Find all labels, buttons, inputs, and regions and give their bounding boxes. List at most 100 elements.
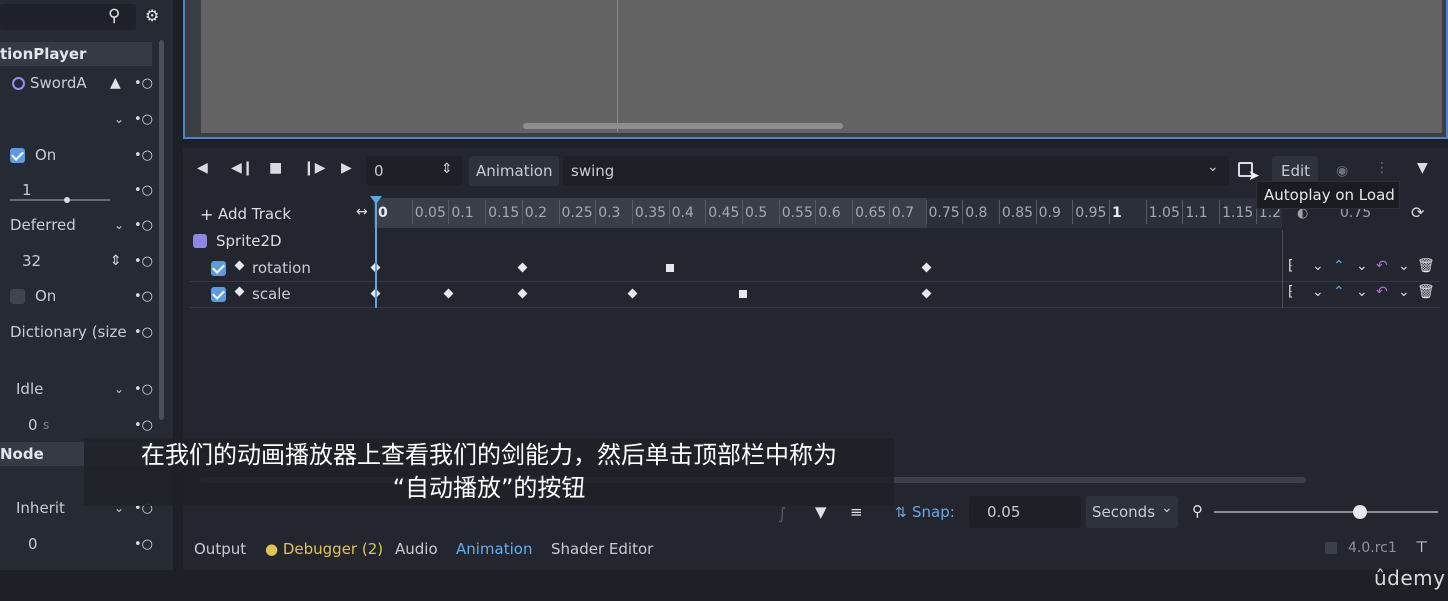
snap-icon[interactable]: ⇅ bbox=[895, 505, 907, 521]
edit-menu-label: Edit bbox=[1281, 162, 1311, 180]
bottom-tab-debugger-2[interactable]: ● Debugger (2) bbox=[265, 540, 383, 558]
update-icon[interactable] bbox=[1325, 542, 1337, 554]
autoplay-toggle-row[interactable]: On •○ bbox=[0, 140, 156, 170]
reset-icon[interactable]: •○ bbox=[134, 537, 153, 552]
search-icon[interactable]: ⚲ bbox=[108, 6, 120, 26]
ruler-tick-line bbox=[705, 200, 707, 224]
chevron-down-icon[interactable]: ⌄ bbox=[1312, 284, 1324, 300]
resize-horizontal-icon[interactable]: ↔ bbox=[356, 204, 368, 220]
add-icon[interactable]: + bbox=[200, 205, 213, 224]
chevron-down-icon[interactable]: ⌄ bbox=[114, 112, 124, 126]
delete-track-icon[interactable]: 🗑 bbox=[1417, 284, 1435, 300]
stop-icon[interactable]: ■ bbox=[269, 160, 282, 176]
playhead[interactable] bbox=[375, 200, 377, 308]
keyframe[interactable] bbox=[665, 264, 674, 272]
ruler-tick-line bbox=[485, 200, 487, 224]
interpolation-icon[interactable]: ⁅ bbox=[1288, 258, 1293, 274]
pin-icon[interactable]: ▼ bbox=[1417, 160, 1428, 176]
chevron-down-icon[interactable]: ⌄ bbox=[1356, 284, 1368, 300]
root-node-row[interactable]: SwordA ▲ •○ bbox=[0, 68, 156, 98]
duration-row[interactable]: 0 s •○ bbox=[0, 410, 156, 440]
zoom-slider-handle[interactable] bbox=[1353, 505, 1367, 519]
checkbox-checked[interactable] bbox=[10, 147, 25, 163]
bottom-tab-audio[interactable]: Audio bbox=[395, 540, 438, 558]
node-group-row[interactable]: Sprite2D bbox=[190, 230, 1440, 256]
reset-icon[interactable]: •○ bbox=[134, 112, 153, 127]
chevron-down-icon[interactable]: ⌄ bbox=[114, 382, 124, 396]
speed-slider-track[interactable] bbox=[10, 199, 110, 201]
chevron-down-icon[interactable]: ⌄ bbox=[1398, 284, 1410, 300]
viewport-2d[interactable] bbox=[183, 0, 1448, 139]
step-back-icon[interactable]: ◀❙ bbox=[231, 160, 254, 176]
more-options-icon[interactable]: ⋮ bbox=[1375, 160, 1389, 176]
reset-toggle-row[interactable]: On •○ bbox=[0, 281, 156, 311]
track-enabled-checkbox[interactable] bbox=[211, 261, 226, 276]
sprite2d-icon bbox=[193, 234, 207, 248]
bottom-tab-animation[interactable]: Animation bbox=[456, 540, 532, 558]
reset-icon[interactable]: •○ bbox=[134, 382, 153, 397]
tools-icon[interactable]: ⚙ bbox=[145, 6, 159, 25]
video-subtitle: 在我们的动画播放器上查看我们的剑能力，然后单击顶部栏中称为 “自动播放”的按钮 bbox=[84, 438, 894, 506]
loop-wrap-icon[interactable]: ⌃ bbox=[1333, 258, 1345, 274]
snap-input[interactable]: 0.05 bbox=[969, 496, 1081, 528]
viewport-canvas[interactable] bbox=[201, 0, 1442, 133]
update-mode-icon[interactable]: ↶ bbox=[1376, 284, 1388, 300]
speed-slider-row[interactable]: 1 •○ bbox=[0, 175, 156, 205]
chevron-down-icon[interactable]: ⌄ bbox=[1312, 258, 1324, 274]
callback-mode-row[interactable]: Deferred ⌄ •○ bbox=[0, 210, 156, 240]
ruler-tick-line bbox=[742, 200, 743, 224]
chevron-down-icon[interactable]: ⌄ bbox=[1161, 500, 1173, 516]
chevron-down-icon[interactable]: ⌄ bbox=[1356, 258, 1368, 274]
chevron-down-icon[interactable]: ⌄ bbox=[1398, 258, 1410, 274]
snap-unit-select[interactable]: Seconds ⌄ bbox=[1086, 496, 1178, 528]
ruler-tick-label: 0.15 bbox=[488, 205, 520, 221]
delete-track-icon[interactable]: 🗑 bbox=[1417, 258, 1435, 274]
animation-menu-button[interactable]: Animation bbox=[469, 156, 559, 186]
animation-select[interactable]: swing ⌄ bbox=[563, 156, 1229, 186]
step-forward-icon[interactable]: ❙▶ bbox=[303, 160, 326, 176]
default-anim-row[interactable]: Idle ⌄ •○ bbox=[0, 374, 156, 404]
priority-row[interactable]: 0 •○ bbox=[0, 529, 156, 559]
play-icon[interactable]: ▶ bbox=[341, 160, 352, 176]
reset-icon[interactable]: •○ bbox=[134, 183, 153, 198]
spinner-icon[interactable]: ⇕ bbox=[441, 161, 453, 177]
loop-icon[interactable]: ⟳ bbox=[1411, 203, 1424, 222]
ruler-tick-line bbox=[852, 200, 854, 224]
reset-icon[interactable]: •○ bbox=[134, 418, 153, 433]
update-mode-icon[interactable]: ↶ bbox=[1376, 258, 1388, 274]
checkbox-unchecked[interactable] bbox=[10, 288, 25, 304]
clear-icon[interactable]: ▲ bbox=[110, 75, 121, 91]
track-enabled-checkbox[interactable] bbox=[211, 287, 226, 302]
libraries-row[interactable]: Dictionary (size •○ bbox=[0, 317, 156, 347]
reset-icon[interactable]: •○ bbox=[134, 325, 153, 340]
section-header-animationplayer[interactable]: tionPlayer bbox=[0, 42, 152, 66]
zoom-slider[interactable] bbox=[1214, 511, 1438, 513]
ruler-tick-line bbox=[1035, 200, 1037, 224]
reset-icon[interactable]: •○ bbox=[134, 254, 153, 269]
time-input[interactable]: 0 ⇕ bbox=[366, 156, 462, 186]
expand-panel-icon[interactable]: ⊤ bbox=[1415, 538, 1428, 556]
keyframe[interactable] bbox=[739, 290, 747, 298]
slider-handle[interactable] bbox=[64, 197, 70, 203]
ruler-tick-label: 0.75 bbox=[928, 205, 960, 221]
bottom-tab-output[interactable]: Output bbox=[194, 540, 246, 558]
chevron-down-icon[interactable]: ⌄ bbox=[1207, 159, 1219, 175]
add-track-button[interactable]: Add Track bbox=[218, 205, 291, 223]
inspector-scrollbar[interactable] bbox=[159, 40, 164, 420]
bottom-tab-shader-editor[interactable]: Shader Editor bbox=[551, 540, 653, 558]
viewport-scrollbar[interactable] bbox=[523, 123, 843, 129]
loop-wrap-icon[interactable]: ⌃ bbox=[1333, 284, 1345, 300]
blend-row[interactable]: 32 ⇕ •○ bbox=[0, 246, 156, 276]
reset-icon[interactable]: •○ bbox=[134, 148, 153, 163]
reset-icon[interactable]: •○ bbox=[134, 289, 153, 304]
interpolation-icon[interactable]: ⁅ bbox=[1288, 284, 1293, 300]
bezier-icon[interactable]: ∫ bbox=[778, 504, 786, 523]
ruler-tick-label: 0.4 bbox=[671, 205, 694, 221]
dropdown-row[interactable]: ⌄ •○ bbox=[0, 104, 156, 134]
reset-icon[interactable]: •○ bbox=[134, 218, 153, 233]
onion-skin-icon[interactable]: ◉ bbox=[1336, 163, 1348, 179]
reset-icon[interactable]: •○ bbox=[134, 76, 153, 91]
chevron-down-icon[interactable]: ⌄ bbox=[114, 218, 124, 232]
spinner-icon[interactable]: ⇕ bbox=[110, 253, 122, 269]
play-backwards-icon[interactable]: ◀ bbox=[197, 160, 208, 176]
